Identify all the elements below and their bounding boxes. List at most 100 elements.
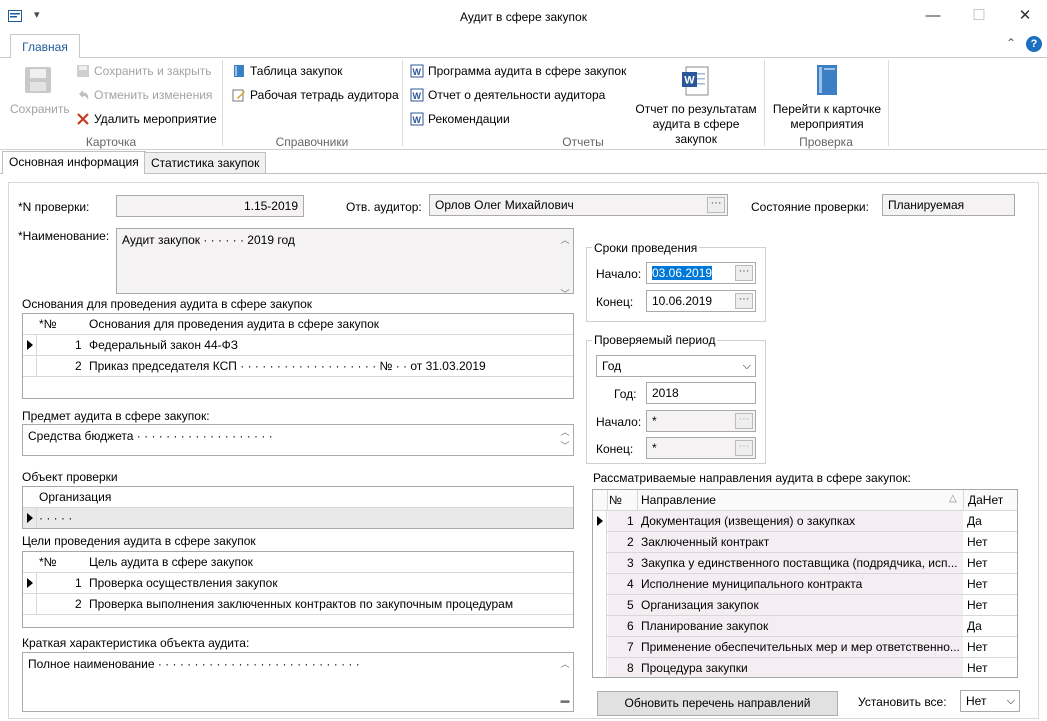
table-row[interactable]: 7 Применение обеспечительных мер и мер от… (593, 637, 1017, 658)
set-all-value: Нет (966, 694, 987, 708)
direction-yes-no[interactable]: Нет (967, 640, 987, 654)
row-selector[interactable] (23, 594, 37, 615)
save-and-close-button[interactable]: Сохранить и закрыть (76, 64, 211, 78)
maximize-button[interactable]: ☐ (959, 4, 999, 28)
delete-event-button[interactable]: Удалить мероприятие (76, 112, 217, 126)
cancel-changes-button[interactable]: Отменить изменения (76, 88, 212, 102)
row-selector[interactable] (23, 335, 37, 356)
tab-purchase-stats[interactable]: Статистика закупок (144, 152, 267, 174)
period-type-select[interactable]: Год ⌵ (596, 355, 756, 377)
period-start-field[interactable]: * ··· (646, 410, 756, 432)
direction-name: Исполнение муниципального контракта (641, 577, 863, 591)
object-header-row: Организация (23, 487, 573, 508)
ribbon: Сохранить Сохранить и закрыть Отменить и… (0, 58, 1047, 150)
word-doc-icon: W (410, 64, 424, 78)
subject-label: Предмет аудита в сфере закупок: (22, 409, 210, 423)
directions-col-yesno[interactable]: ДаНет (968, 493, 1003, 507)
characteristic-scrollbar[interactable]: ︿▬﹀ (558, 655, 572, 711)
direction-yes-no[interactable]: Да (967, 514, 982, 528)
help-icon[interactable]: ? (1026, 36, 1042, 52)
direction-yes-no[interactable]: Нет (967, 598, 987, 612)
table-row[interactable]: 1 Документация (извещения) о закупках Да (593, 511, 1017, 532)
direction-number: 3 (627, 556, 634, 570)
row-selector[interactable] (593, 658, 607, 677)
table-row[interactable]: 2 Проверка выполнения заключенных контра… (23, 594, 573, 615)
period-start-picker-button[interactable]: ··· (735, 413, 753, 429)
row-selector[interactable] (593, 595, 607, 616)
row-selector[interactable] (23, 508, 37, 528)
results-report-button[interactable]: W Отчет по результатам аудита в сфере за… (630, 62, 762, 146)
goals-col-text: Цель аудита в сфере закупок (89, 555, 253, 569)
table-row[interactable]: 5 Организация закупок Нет (593, 595, 1017, 616)
subject-scrollbar[interactable]: ︿ ﹀ (558, 425, 572, 455)
terms-end-picker-button[interactable]: ··· (735, 293, 753, 309)
direction-yes-no[interactable]: Нет (967, 535, 987, 549)
table-row[interactable]: 3 Закупка у единственного поставщика (под… (593, 553, 1017, 574)
table-row[interactable]: 2 Заключенный контракт Нет (593, 532, 1017, 553)
direction-yes-no[interactable]: Нет (967, 661, 987, 675)
group-label-card: Карточка (85, 135, 137, 149)
ribbon-tab-strip (0, 32, 1047, 58)
minimize-button[interactable]: — (913, 4, 953, 28)
collapse-ribbon-icon[interactable]: ⌃ (1006, 36, 1016, 50)
goto-event-card-button[interactable]: Перейти к карточке мероприятия (768, 62, 886, 134)
tab-main-info[interactable]: Основная информация (2, 151, 146, 175)
terms-start-picker-button[interactable]: ··· (735, 265, 753, 281)
table-row[interactable]: 4 Исполнение муниципального контракта Нет (593, 574, 1017, 595)
auditor-lookup-button[interactable]: ··· (707, 197, 725, 213)
row-selector[interactable] (593, 616, 607, 637)
direction-name: Применение обеспечительных мер и мер отв… (641, 640, 960, 654)
subject-field[interactable]: Средства бюджета · · · · · · · · · · · ·… (22, 424, 574, 456)
direction-yes-no[interactable]: Нет (967, 556, 987, 570)
table-row[interactable]: 6 Планирование закупок Да (593, 616, 1017, 637)
main-content: *N проверки: 1.15-2019 Отв. аудитор: Орл… (0, 174, 1047, 721)
refresh-directions-button[interactable]: Обновить перечень направлений (597, 691, 838, 716)
characteristic-field[interactable]: Полное наименование · · · · · · · · · · … (22, 652, 574, 712)
chevron-down-icon: ⌵ (742, 360, 751, 372)
name-label: *Наименование: (18, 229, 110, 243)
ribbon-tab-home[interactable]: Главная (10, 34, 80, 59)
check-state-field[interactable]: Планируемая (882, 194, 1015, 216)
row-selector[interactable] (593, 637, 607, 658)
terms-start-value: 03.06.2019 (652, 266, 713, 280)
direction-yes-no[interactable]: Да (967, 619, 982, 633)
save-button[interactable]: Сохранить (8, 62, 70, 122)
table-row[interactable]: 1 Проверка осуществления закупок (23, 573, 573, 594)
floppy-disk-icon (25, 67, 51, 93)
word-doc-icon: W (410, 112, 424, 126)
row-selector[interactable] (593, 574, 607, 595)
row-selector[interactable] (23, 573, 37, 594)
audit-program-button[interactable]: W Программа аудита в сфере закупок (410, 64, 626, 78)
name-scrollbar[interactable]: ︿ ﹀ (558, 231, 572, 293)
activity-report-button[interactable]: W Отчет о деятельности аудитора (410, 88, 605, 102)
name-field[interactable]: Аудит закупок · · · · · · 2019 год ︿ ﹀ (116, 228, 574, 294)
terms-start-field[interactable]: 03.06.2019 ··· (646, 262, 756, 284)
close-button[interactable]: ✕ (1005, 4, 1045, 28)
directions-header-row: № Направление △ ДаНет (593, 490, 1017, 511)
row-selector[interactable] (593, 553, 607, 574)
svg-text:W: W (413, 115, 422, 125)
row-selector[interactable] (23, 356, 37, 377)
auditor-value: Орлов Олег Михайлович (435, 198, 574, 212)
table-row[interactable]: · · · · · (23, 508, 573, 528)
directions-col-name[interactable]: Направление (641, 493, 716, 507)
terms-end-field[interactable]: 10.06.2019 ··· (646, 290, 756, 312)
purchases-table-button[interactable]: Таблица закупок (232, 64, 342, 78)
auditor-field[interactable]: Орлов Олег Михайлович ··· (429, 194, 728, 216)
title-bar: ▾ Аудит в сфере закупок — ☐ ✕ (0, 0, 1047, 32)
period-end-field[interactable]: * ··· (646, 437, 756, 459)
set-all-select[interactable]: Нет ⌵ (960, 690, 1020, 712)
period-end-picker-button[interactable]: ··· (735, 440, 753, 456)
row-pointer-icon (27, 340, 33, 350)
table-row[interactable]: 8 Процедура закупки Нет (593, 658, 1017, 677)
table-row[interactable]: 1 Федеральный закон 44-ФЗ (23, 335, 573, 356)
check-number-field[interactable]: 1.15-2019 (116, 195, 304, 217)
recommendations-button[interactable]: W Рекомендации (410, 112, 510, 126)
row-selector[interactable] (593, 511, 607, 532)
table-row[interactable]: 2 Приказ председателя КСП · · · · · · · … (23, 356, 573, 377)
row-selector[interactable] (593, 532, 607, 553)
direction-yes-no[interactable]: Нет (967, 577, 987, 591)
period-year-field[interactable]: 2018 (646, 382, 756, 404)
auditor-workbook-button[interactable]: Рабочая тетрадь аудитора (232, 88, 399, 102)
book-large-icon (817, 65, 837, 95)
